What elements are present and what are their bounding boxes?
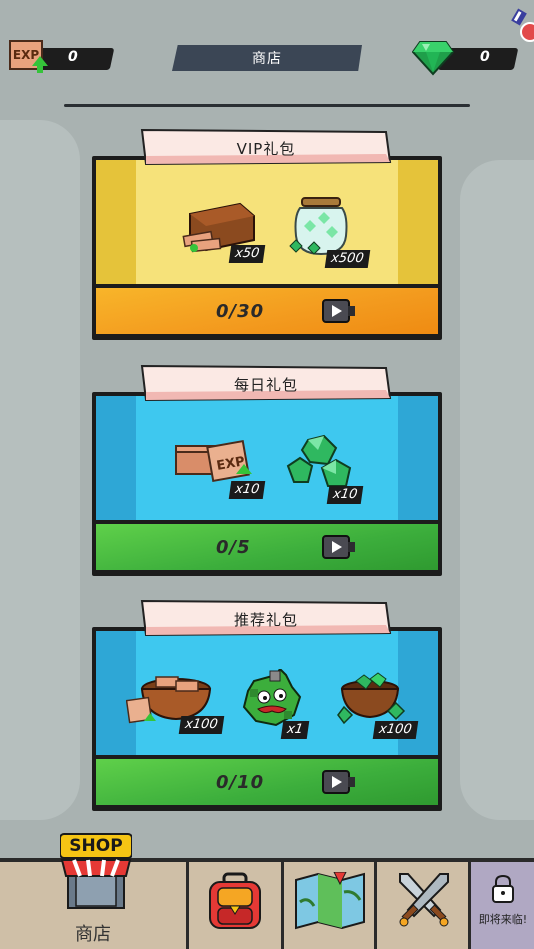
tab-coming-soon-label: 即将来临! [478, 913, 528, 926]
watch-video-button[interactable] [322, 298, 356, 324]
daily-title: 每日礼包 [233, 376, 298, 394]
watch-video-button[interactable] [322, 769, 356, 795]
vip-gift-pack-panel: 0/30 VIP礼包 x50 x500 [92, 126, 442, 340]
recommended-item-1-qty: x100 [178, 716, 224, 734]
recommended-item-3-qty: x100 [372, 721, 418, 739]
vip-progress-text: 0/30 [216, 301, 265, 322]
header-divider [64, 104, 470, 107]
backpack-icon [209, 872, 261, 929]
gem-value: 0 [480, 49, 490, 65]
tab-shop-label: 商店 [75, 924, 111, 945]
recommended-item-2-qty: x1 [280, 721, 310, 739]
exp-value: 0 [68, 49, 78, 65]
recommended-title: 推荐礼包 [233, 611, 298, 629]
daily-progress-bar: 0/5 [96, 524, 438, 570]
vip-progress-bar: 0/30 [96, 288, 438, 334]
vip-title: VIP礼包 [236, 140, 296, 158]
corner-badge-icon[interactable] [510, 4, 534, 44]
top-bar: 0 EXP 商店 0 [0, 0, 534, 110]
gem-cluster-icon [286, 434, 352, 487]
daily-item-2-qty: x10 [326, 486, 364, 504]
watch-video-button[interactable] [322, 534, 356, 560]
daily-progress-text: 0/5 [216, 537, 251, 558]
map-icon [295, 872, 365, 930]
recommended-progress-text: 0/10 [216, 772, 265, 793]
shop-sign-text: SHOP [69, 836, 123, 856]
vip-item-2-qty: x500 [324, 250, 370, 268]
daily-gift-pack-panel: 0/5 每日礼包 EXP x10 x10 [92, 362, 442, 576]
gem-bowl-icon [337, 672, 406, 725]
recommended-progress-bar: 0/10 [96, 759, 438, 805]
gem-icon [412, 41, 454, 76]
vip-item-1-qty: x50 [228, 245, 266, 263]
page-title: 商店 [172, 45, 362, 71]
recommended-gift-pack-panel: 0/10 推荐礼包 x100 x1 x100 [92, 597, 442, 811]
crossed-swords-icon [399, 873, 449, 927]
lock-icon [492, 874, 514, 903]
daily-item-1-qty: x10 [228, 481, 266, 499]
